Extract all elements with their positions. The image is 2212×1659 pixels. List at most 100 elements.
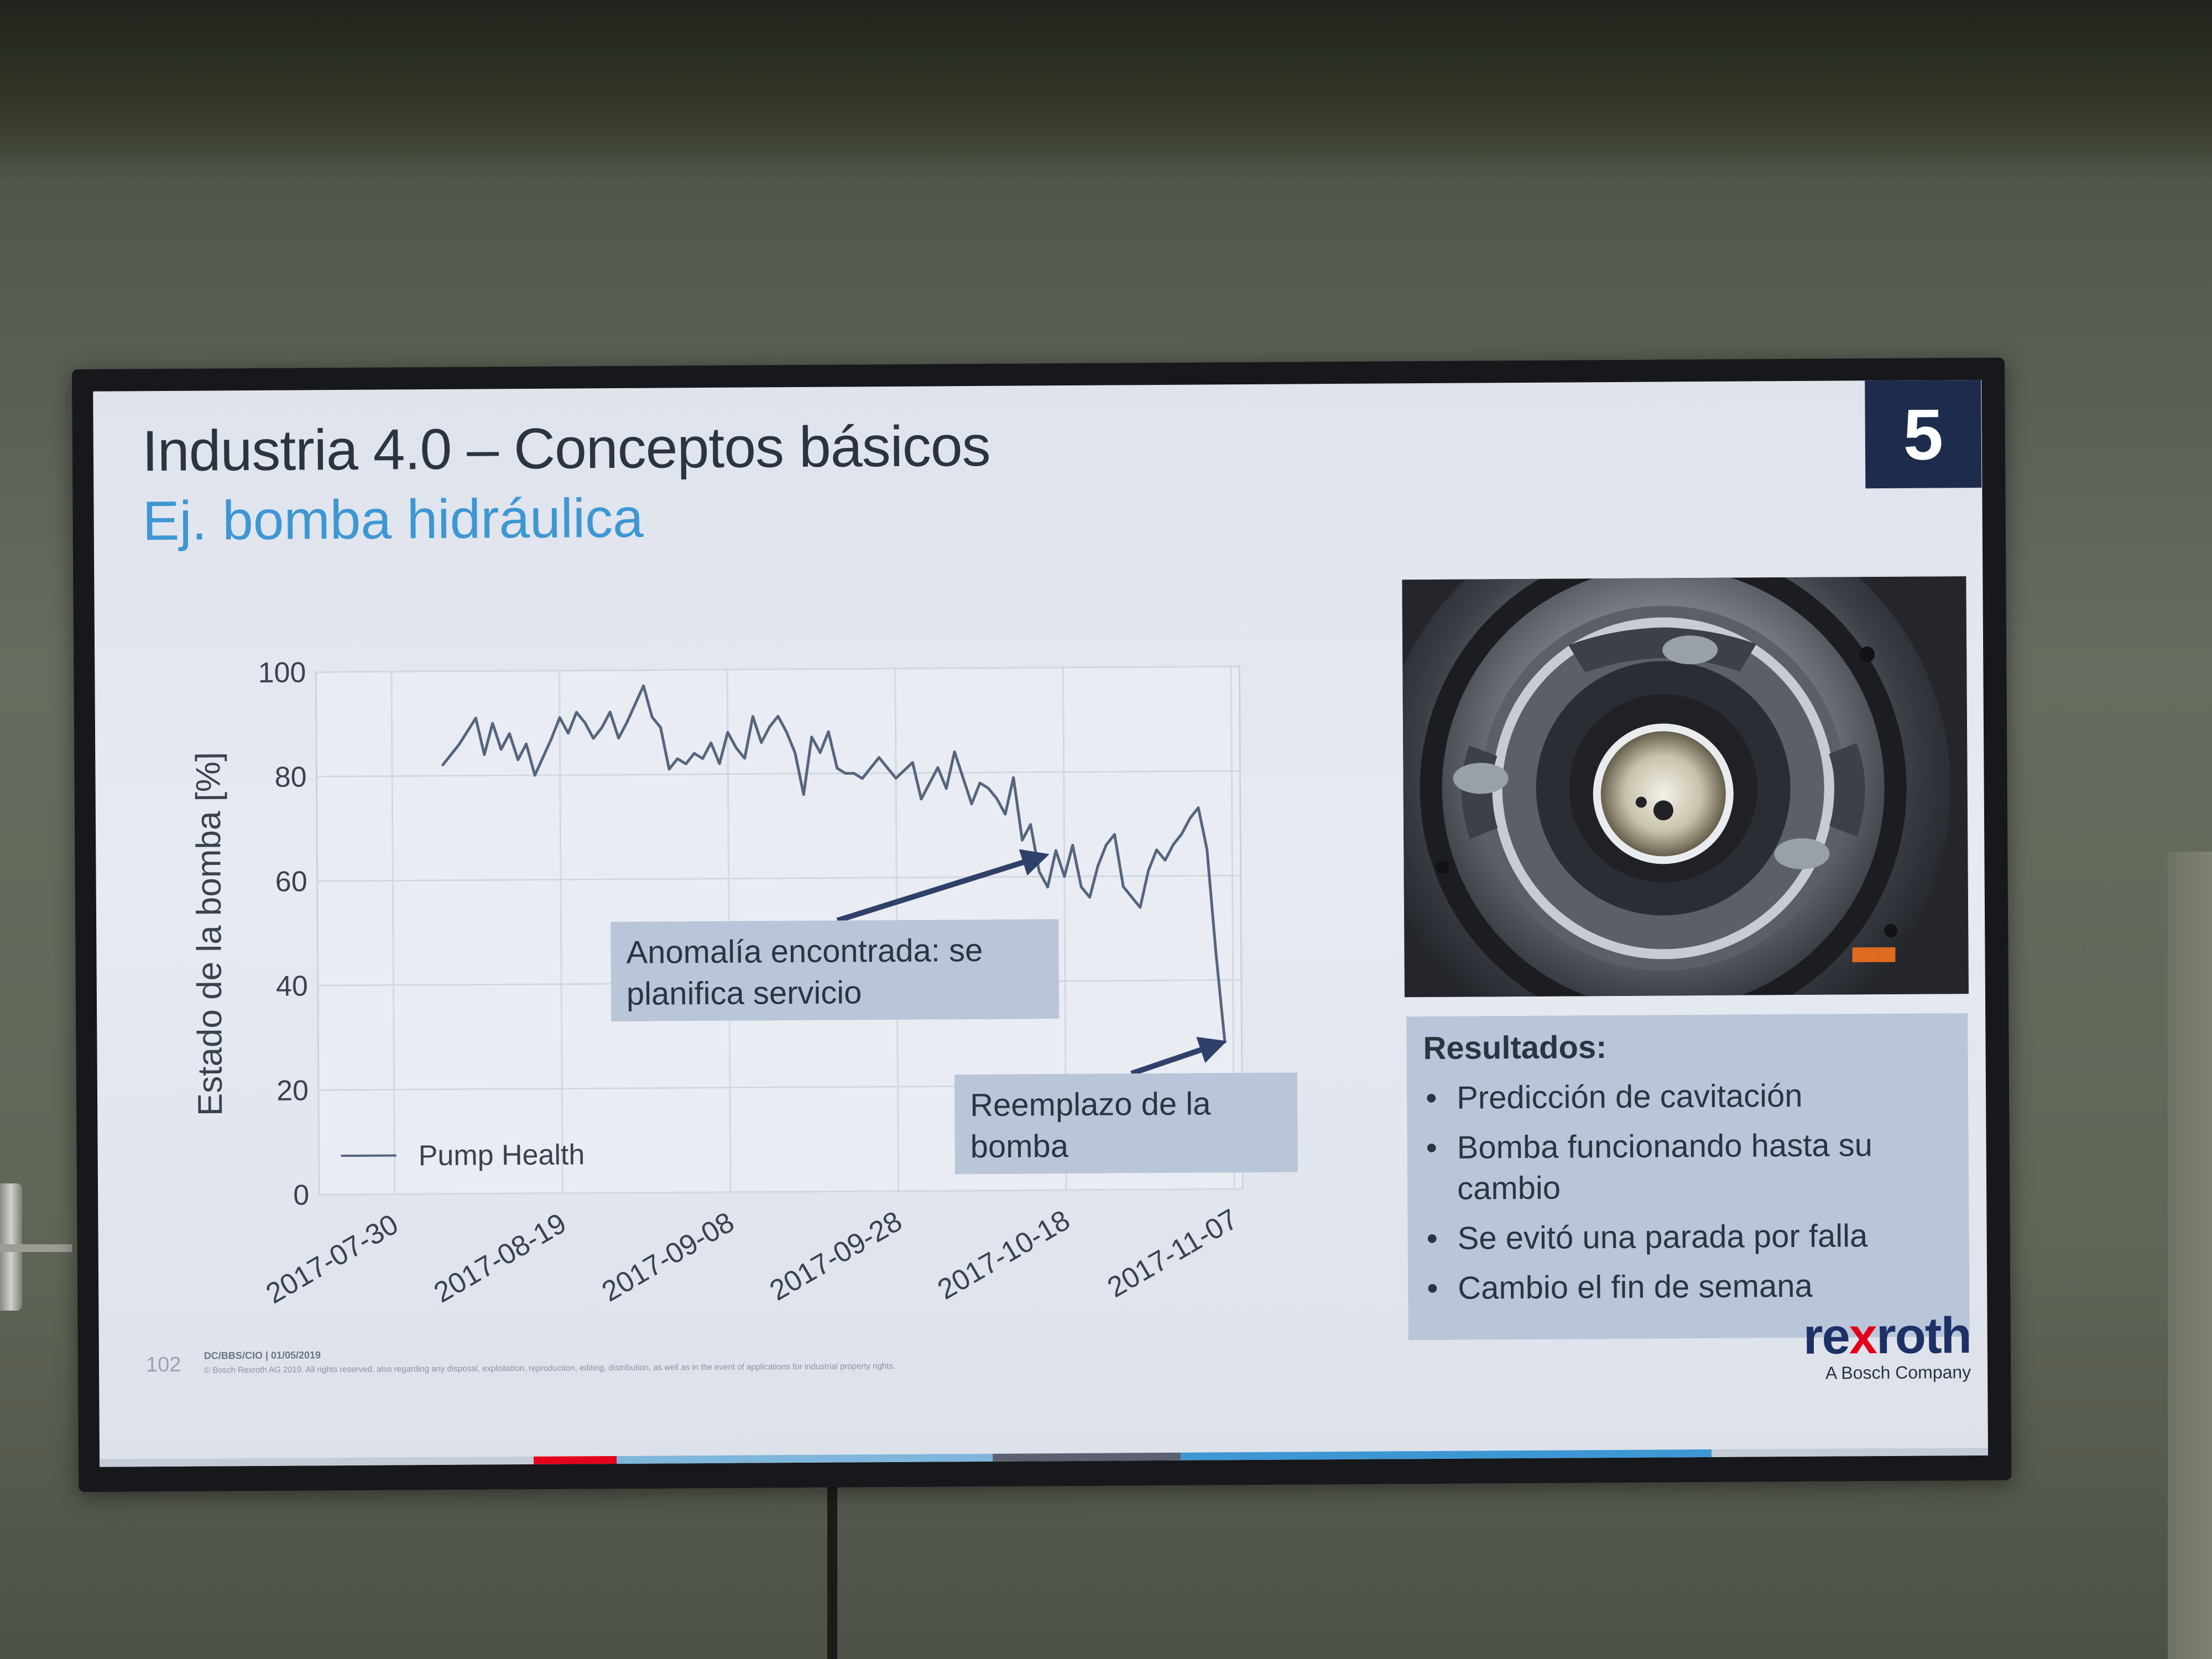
data-point (1122, 885, 1124, 888)
data-point (945, 787, 947, 790)
data-point (601, 727, 603, 729)
y-tick-label: 80 (274, 761, 306, 793)
ceiling-shadow (0, 0, 2212, 182)
data-point (676, 758, 679, 760)
x-tick-label: 2017-09-28 (764, 1205, 907, 1307)
results-item: Se evitó una parada por falla (1424, 1215, 1952, 1259)
data-point (802, 794, 805, 796)
footer-code: DC/BBS/CIO | 01/05/2019 (204, 1349, 321, 1361)
legend-swatch (341, 1154, 397, 1157)
data-point (1089, 896, 1091, 899)
data-point (575, 711, 577, 713)
pump-health-chart: 0204060801002017-07-30 2017-08-19 2017-09-… (189, 656, 1298, 1309)
annotation-anomaly-line: Anomalía encontrada: se (626, 932, 983, 971)
data-point (777, 715, 779, 717)
data-point (685, 763, 687, 765)
data-point (525, 743, 528, 745)
data-point (937, 766, 939, 769)
rexroth-logo: rexroth A Bosch Company (1757, 1307, 1971, 1384)
data-point (760, 742, 763, 744)
y-tick-label: 40 (276, 970, 308, 1002)
data-point (1147, 870, 1150, 872)
data-point (474, 717, 477, 719)
data-point (718, 763, 721, 765)
data-point (458, 743, 460, 745)
y-axis-label: Estado de la bomba [%] (189, 752, 229, 1117)
tv-cable (827, 1471, 837, 1659)
data-point (794, 752, 796, 754)
data-point (1013, 776, 1015, 779)
data-point (1080, 886, 1082, 888)
slide-title: Industria 4.0 – Conceptos básicos (142, 414, 990, 484)
data-point (752, 716, 754, 718)
data-point (878, 757, 880, 759)
results-item: Cambio el fin de semana (1425, 1265, 1953, 1309)
legend-label: Pump Health (419, 1139, 585, 1172)
x-tick-label: 2017-11-07 (1102, 1203, 1244, 1304)
data-point (1164, 859, 1166, 862)
results-item: Bomba funcionando hasta su cambio (1423, 1124, 1952, 1209)
data-point (769, 726, 771, 728)
x-tick-label: 2017-07-30 (260, 1208, 404, 1309)
results-title: Resultados: (1423, 1029, 1607, 1067)
data-point (819, 752, 821, 754)
data-point (1030, 823, 1032, 826)
data-point (492, 722, 494, 724)
results-box: Resultados: Predicción de cavitación Bom… (1406, 1013, 1970, 1340)
data-point (735, 747, 737, 749)
y-tick-label: 100 (258, 656, 306, 689)
data-point (1097, 865, 1099, 867)
tv-monitor: Industria 4.0 – Conceptos básicos Ej. bo… (72, 357, 2012, 1492)
annotation-replacement-line: bomba (970, 1128, 1068, 1165)
data-point (861, 778, 863, 780)
data-point (693, 752, 695, 754)
data-point (559, 717, 561, 719)
data-point (1206, 848, 1208, 851)
data-point (1113, 833, 1115, 836)
data-point (710, 742, 712, 744)
data-point (643, 685, 645, 687)
x-tick-label: 2017-09-08 (597, 1206, 740, 1308)
data-point (911, 761, 914, 764)
data-point (971, 803, 973, 805)
logo-tagline: A Bosch Company (1825, 1362, 1971, 1383)
y-tick-label: 20 (276, 1074, 309, 1107)
data-point (659, 726, 661, 728)
results-item: Predicción de cavitación (1423, 1074, 1952, 1119)
data-point (1055, 849, 1057, 852)
data-point (441, 764, 444, 766)
data-point (668, 768, 670, 770)
annotation-anomaly-line: planifica servicio (627, 974, 862, 1012)
data-point (1224, 1042, 1226, 1044)
data-point (895, 777, 897, 779)
data-point (920, 798, 922, 800)
data-point (853, 772, 855, 774)
photo-stamp: █████ (1852, 947, 1896, 962)
data-point (727, 731, 729, 733)
data-point (1105, 844, 1107, 846)
data-point (584, 722, 586, 724)
presentation-slide: Industria 4.0 – Conceptos básicos Ej. bo… (93, 379, 1989, 1467)
footer-copyright: © Bosch Rexroth AG 2019. All rights rese… (204, 1361, 896, 1375)
data-point (517, 759, 519, 761)
footer-page-number: 102 (145, 1353, 181, 1377)
data-point (1189, 817, 1191, 820)
y-tick-label: 60 (275, 865, 307, 898)
x-tick-label: 2017-10-18 (932, 1204, 1076, 1306)
data-point (844, 772, 847, 774)
data-point (827, 731, 830, 733)
slide-color-strip (100, 1447, 1989, 1467)
y-tick-label: 0 (293, 1179, 309, 1211)
annotation-replacement-line: Reemplazo de la (970, 1086, 1211, 1123)
data-point (1215, 953, 1217, 955)
results-list: Predicción de cavitación Bomba funcionan… (1423, 1074, 1953, 1309)
data-point (567, 732, 569, 734)
data-point (744, 757, 746, 759)
data-point (651, 716, 653, 718)
data-point (483, 754, 486, 756)
data-point (987, 787, 989, 789)
data-point (1038, 870, 1040, 873)
data-point (811, 736, 813, 738)
data-point (1047, 886, 1049, 888)
door-frame (2168, 852, 2212, 1659)
